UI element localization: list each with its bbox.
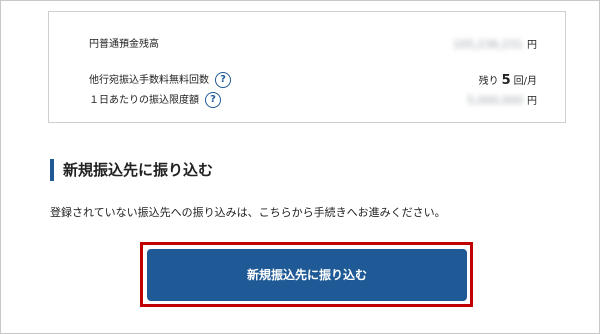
balance-unit: 円	[527, 40, 537, 51]
balance-label: 円普通預金残高	[89, 39, 159, 50]
daily-limit-value-masked: 5,000,000	[467, 94, 523, 107]
daily-limit-label-group: １日あたりの振込限度額?	[89, 91, 221, 111]
balance-value-group: 105,236,231 円	[453, 35, 537, 56]
fee-free-value-group: 残り 5 回/月	[479, 71, 537, 92]
account-summary-card: 円普通預金残高 105,236,231 円 他行宛振込手数料無料回数? 残り 5 回/…	[48, 11, 566, 123]
balance-row: 円普通預金残高 105,236,231 円	[49, 35, 565, 55]
fee-free-label-group: 他行宛振込手数料無料回数?	[89, 71, 231, 91]
fee-free-count: 5	[501, 73, 511, 88]
page-frame: 円普通預金残高 105,236,231 円 他行宛振込手数料無料回数? 残り 5 回/…	[0, 0, 600, 334]
section-heading: 新規振込先に振り込む	[50, 159, 213, 181]
daily-limit-help-icon[interactable]: ?	[205, 92, 221, 108]
daily-limit-label: １日あたりの振込限度額	[89, 95, 199, 106]
daily-limit-value-group: 5,000,000 円	[467, 91, 537, 112]
daily-limit-unit: 円	[527, 96, 537, 107]
new-transfer-button[interactable]: 新規振込先に振り込む	[147, 249, 467, 301]
section-description: 登録されていない振込先への振り込みは、こちらから手続きへお進みください。	[50, 206, 446, 219]
fee-free-prefix: 残り	[478, 76, 499, 87]
fee-free-label: 他行宛振込手数料無料回数	[89, 75, 209, 86]
balance-value-masked: 105,236,231	[453, 38, 523, 51]
fee-free-unit: 回/月	[513, 76, 537, 87]
fee-free-help-icon[interactable]: ?	[215, 72, 231, 88]
fee-free-row: 他行宛振込手数料無料回数? 残り 5 回/月	[49, 71, 565, 91]
daily-limit-row: １日あたりの振込限度額? 5,000,000 円	[49, 91, 565, 111]
